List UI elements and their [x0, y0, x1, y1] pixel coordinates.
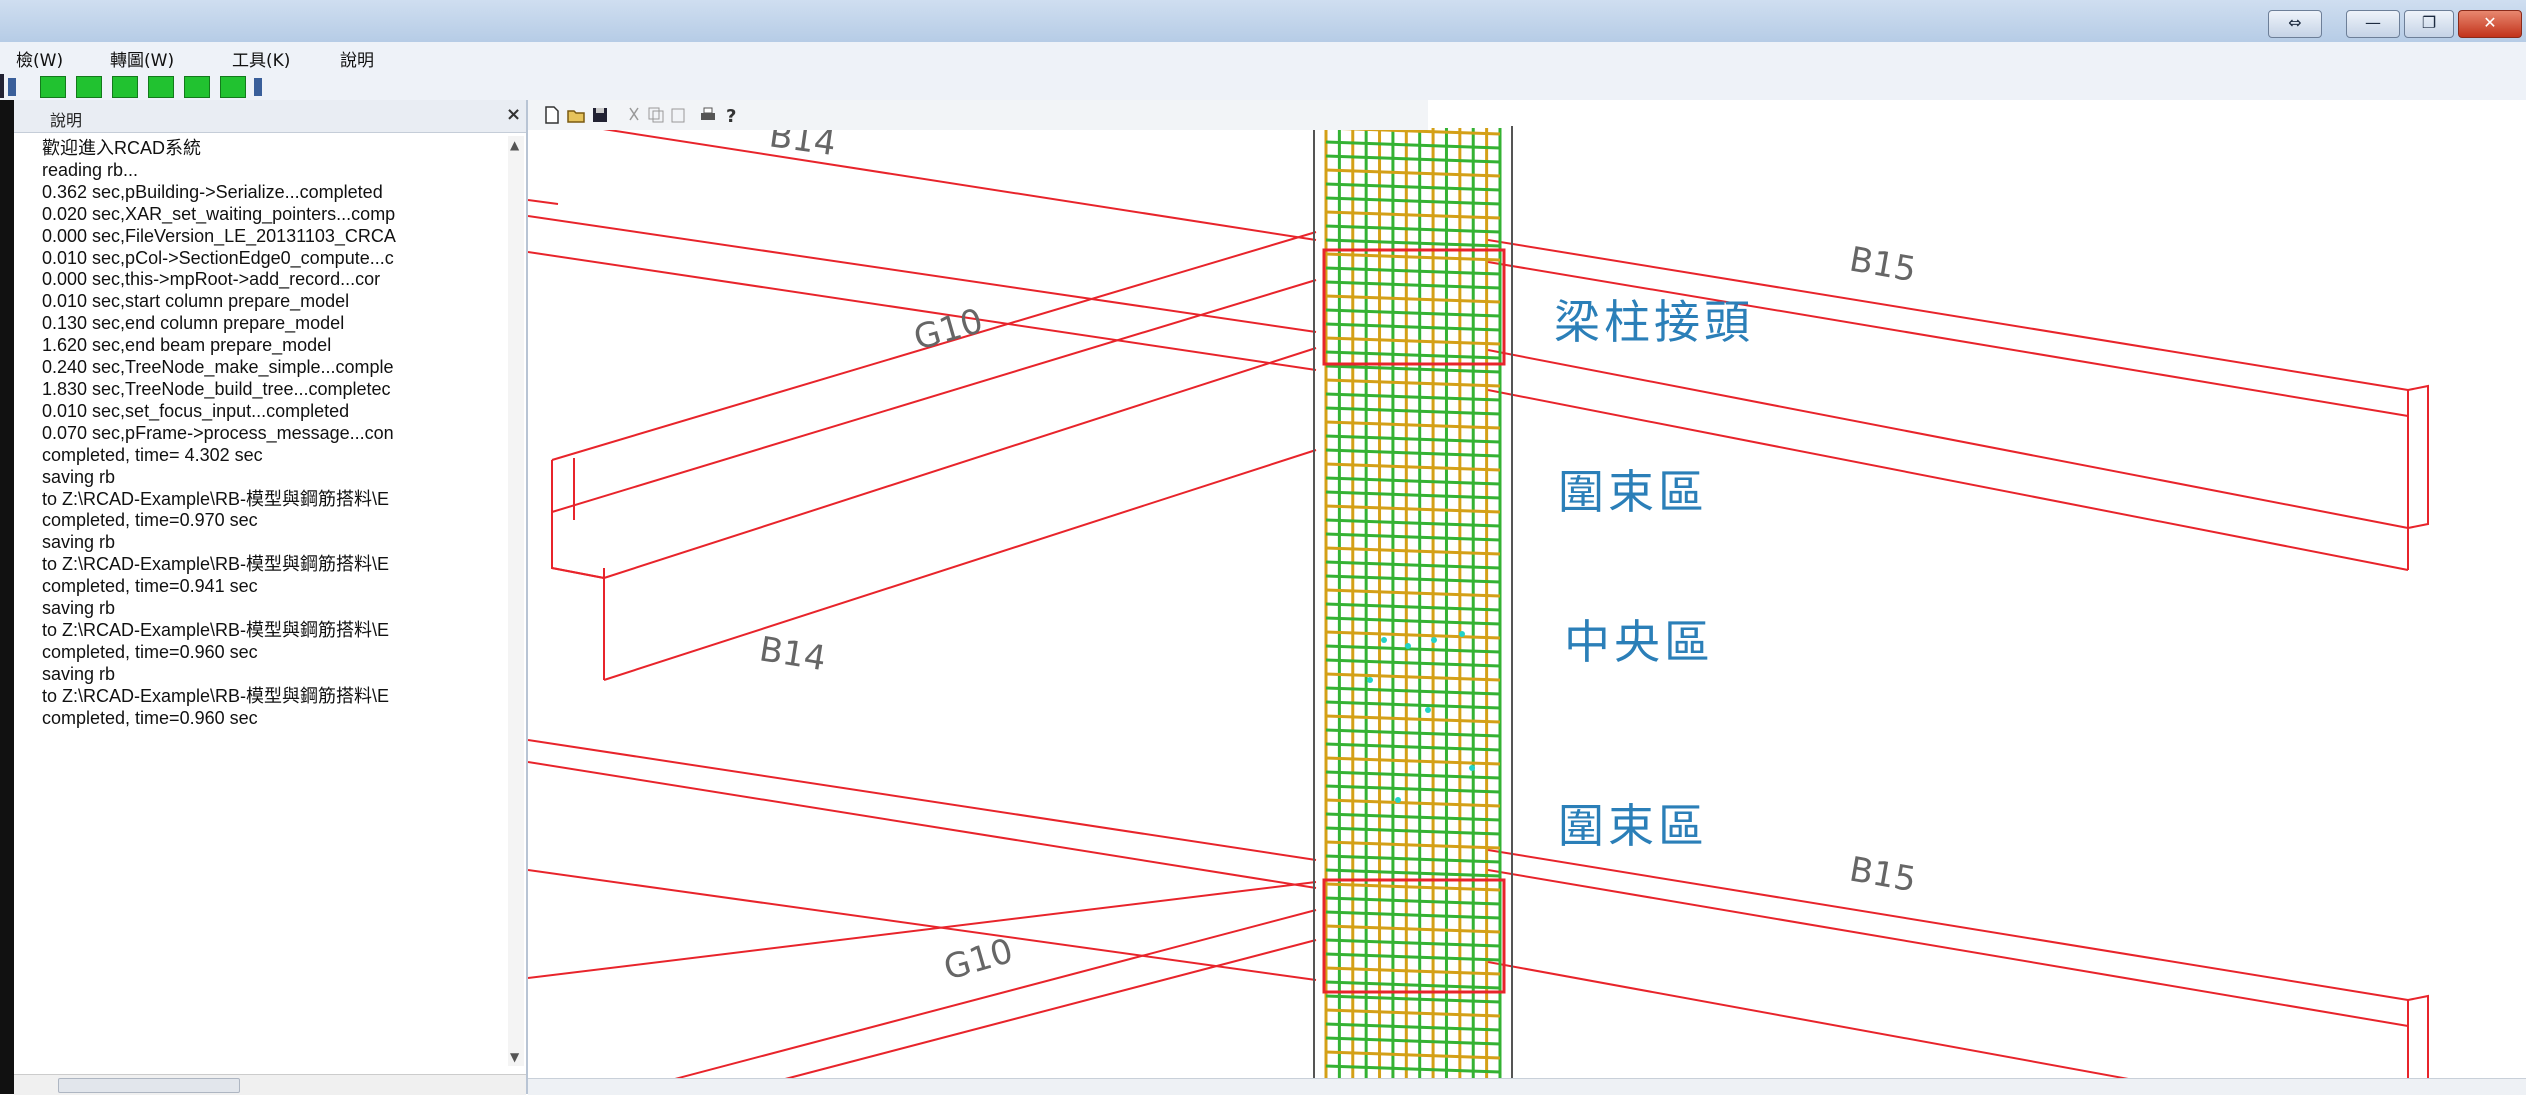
log-line: completed, time=0.941 sec	[42, 576, 258, 597]
annotation-confinement-zone-top: 圍束區	[1558, 465, 1708, 519]
toolbar-tool-3-icon[interactable]	[112, 76, 138, 98]
output-log: 歡迎進入RCAD系統 reading rb... 0.362 sec,pBuildi…	[42, 138, 504, 1038]
print-icon[interactable]	[698, 105, 718, 125]
beam-label-g10-bottom: G10	[939, 931, 1017, 989]
log-line: 0.000 sec,this->mpRoot->add_record...cor	[42, 269, 381, 290]
structure-drawing: B14 B15 G10 B14 G10 B15	[527, 115, 2429, 1098]
panel-close-button[interactable]: ×	[506, 104, 521, 125]
menu-view[interactable]: 檢(W)	[16, 46, 63, 71]
panel-header: 說明 ×	[14, 100, 526, 133]
menu-convert[interactable]: 轉圖(W)	[110, 46, 174, 71]
toolbar-tool-2-icon[interactable]	[76, 76, 102, 98]
log-line: completed, time=0.970 sec	[42, 510, 258, 531]
log-line: 0.362 sec,pBuilding->Serialize...complet…	[42, 181, 383, 202]
annotation-beam-column-joint: 梁柱接頭	[1554, 295, 1754, 349]
log-line: saving rb	[42, 598, 116, 619]
beam-label-b14-bottom: B14	[757, 629, 829, 679]
cut-icon[interactable]	[624, 105, 644, 125]
log-line: 0.070 sec,pFrame->process_message...con	[42, 422, 394, 443]
log-line: reading rb...	[42, 159, 139, 180]
panel-title: 說明	[50, 111, 83, 130]
menu-bar: 檢(W) 轉圖(W) 工具(K) 說明	[0, 42, 2526, 72]
new-file-icon[interactable]	[542, 105, 562, 125]
menu-help[interactable]: 說明	[340, 46, 374, 71]
paste-icon[interactable]	[668, 105, 688, 125]
toolbar-chevron-icon[interactable]	[8, 78, 16, 96]
title-bar: ⇔ — ❐ ✕	[0, 0, 2526, 43]
rebar-cage	[1324, 126, 1502, 1094]
log-line: to Z:\RCAD-Example\RB-模型與鋼筋搭料\E	[42, 619, 390, 640]
log-line: 歡迎進入RCAD系統	[42, 138, 202, 158]
log-line: 0.240 sec,TreeNode_make_simple...comple	[42, 357, 394, 378]
node-marker	[1431, 637, 1437, 643]
save-icon[interactable]	[590, 105, 610, 125]
log-line: completed, time=0.960 sec	[42, 707, 258, 728]
maximize-button[interactable]: ❐	[2404, 10, 2454, 38]
log-line: to Z:\RCAD-Example\RB-模型與鋼筋搭料\E	[42, 554, 390, 575]
annotation-confinement-zone-bottom: 圍束區	[1558, 799, 1708, 853]
svg-text:?: ?	[726, 106, 736, 125]
beam-label-b15-bottom: B15	[1846, 849, 1919, 900]
log-line: saving rb	[42, 663, 116, 684]
scroll-down-icon[interactable]: ▼	[510, 1050, 519, 1064]
beam-lower-left	[527, 739, 1317, 1095]
log-line: 0.010 sec,pCol->SectionEdge0_compute...c	[42, 247, 394, 268]
log-line: 0.010 sec,start column prepare_model	[42, 291, 350, 312]
log-line: to Z:\RCAD-Example\RB-模型與鋼筋搭料\E	[42, 488, 390, 509]
output-panel: 說明 × 歡迎進入RCAD系統 reading rb... 0.362 sec,pB…	[14, 100, 528, 1095]
node-marker	[1459, 631, 1465, 637]
log-line: completed, time= 4.302 sec	[42, 444, 263, 465]
node-marker	[1405, 643, 1411, 649]
toolbar-tool-6-icon[interactable]	[220, 76, 246, 98]
beam-front-left	[551, 231, 1317, 681]
log-line: 1.830 sec,TreeNode_build_tree...complete…	[42, 378, 391, 399]
menu-tools[interactable]: 工具(K)	[232, 46, 290, 71]
main-toolbar	[0, 72, 2526, 100]
toolbar-grip[interactable]	[0, 74, 4, 98]
beam-label-b15-top: B15	[1846, 239, 1919, 290]
log-line: 1.620 sec,end beam prepare_model	[42, 335, 332, 356]
minimize-button[interactable]: —	[2346, 10, 2400, 38]
toolbar-tool-4-icon[interactable]	[148, 76, 174, 98]
annotation-central-zone: 中央區	[1564, 615, 1714, 669]
log-line: completed, time=0.960 sec	[42, 641, 258, 662]
node-marker	[1425, 707, 1431, 713]
close-button[interactable]: ✕	[2458, 10, 2522, 38]
scroll-thumb[interactable]	[58, 1078, 240, 1093]
copy-icon[interactable]	[646, 105, 666, 125]
document-toolbar: ?	[528, 100, 1428, 130]
log-line: saving rb	[42, 532, 116, 553]
log-line: 0.010 sec,set_focus_input...completed	[42, 400, 350, 421]
toolbar-tool-5-icon[interactable]	[184, 76, 210, 98]
log-line: saving rb	[42, 466, 116, 487]
vertical-scrollbar[interactable]: ▲ ▼	[508, 136, 524, 1066]
node-marker	[1367, 677, 1373, 683]
toolbar-overflow-icon[interactable]	[254, 78, 262, 96]
log-line: to Z:\RCAD-Example\RB-模型與鋼筋搭料\E	[42, 685, 390, 706]
viewport-statusbar	[528, 1078, 2526, 1095]
scroll-up-icon[interactable]: ▲	[510, 138, 519, 152]
beam-lower-right	[1487, 849, 2429, 1098]
node-marker	[1395, 797, 1401, 803]
node-marker	[1469, 765, 1475, 771]
help-button[interactable]: ⇔	[2268, 10, 2322, 38]
log-line: 0.000 sec,FileVersion_LE_20131103_CRCA	[42, 225, 396, 246]
dock-strip	[0, 100, 14, 1094]
model-viewport[interactable]: B14 B15 G10 B14 G10 B15 梁柱接頭 圍束區 中央區 圍束區	[527, 100, 2526, 1098]
help-question-icon[interactable]: ?	[722, 105, 742, 125]
horizontal-scrollbar[interactable]	[14, 1074, 526, 1095]
open-folder-icon[interactable]	[566, 105, 586, 125]
beam-label-g10-top: G10	[909, 301, 987, 359]
node-marker	[1381, 637, 1387, 643]
log-line: 0.130 sec,end column prepare_model	[42, 313, 345, 334]
log-line: 0.020 sec,XAR_set_waiting_pointers...com…	[42, 203, 396, 224]
toolbar-tool-1-icon[interactable]	[40, 76, 66, 98]
